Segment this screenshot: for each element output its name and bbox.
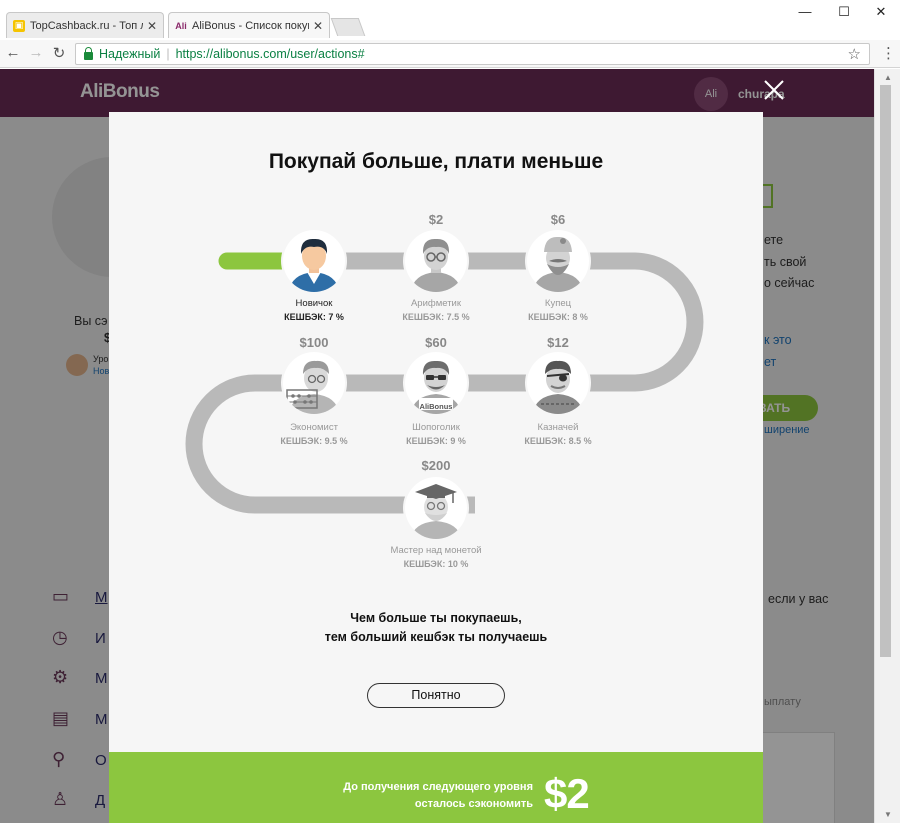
tab-close-icon[interactable]: ✕: [313, 19, 323, 33]
alibonus-favicon-icon: Ali: [175, 20, 187, 31]
level-name: Купец: [544, 298, 572, 309]
level-cashback: КЕШБЭК: 8.5 %: [524, 436, 592, 446]
maximize-icon[interactable]: ☐: [834, 4, 854, 20]
level-avatar-master-icon: [405, 477, 467, 539]
bookmark-star-icon[interactable]: ☆: [848, 45, 861, 63]
level-cashback: КЕШБЭК: 7.5 %: [402, 312, 470, 322]
level-price: $12: [547, 335, 569, 350]
level-name: Арифметик: [410, 298, 462, 309]
level-price: $60: [425, 335, 447, 350]
level-cashback: КЕШБЭК: 9.5 %: [280, 436, 348, 446]
reload-icon[interactable]: ↻: [50, 44, 68, 62]
level-price: $200: [421, 458, 451, 473]
level-name: Шопоголик: [412, 422, 460, 433]
tab-alibonus[interactable]: Ali AliBonus - Список покуп ✕: [168, 12, 330, 38]
level-cashback: КЕШБЭК: 7 %: [284, 312, 344, 322]
level-avatar-shopaholic-icon: AliBonus: [405, 352, 467, 414]
secure-label: Надежный: [99, 47, 161, 61]
level-cashback: КЕШБЭК: 9 %: [406, 436, 466, 446]
page-scrollbar[interactable]: ▲ ▼: [874, 69, 900, 823]
next-level-text-line-1: До получения следующего уровня: [343, 781, 533, 793]
shopaholic-badge: AliBonus: [419, 402, 453, 411]
level-avatar-arithmetic-icon: [405, 230, 467, 292]
level-name: Мастер над монетой: [390, 545, 482, 556]
info-message-line-2: тем больший кешбэк ты получаешь: [324, 630, 548, 644]
scroll-up-icon[interactable]: ▲: [875, 73, 900, 82]
tab-topcashback[interactable]: ▣ TopCashback.ru - Топ лу ✕: [6, 12, 164, 38]
browser-toolbar: ← → ↻ Надежный | https://alibonus.com/us…: [0, 40, 900, 68]
omnibox-divider: |: [166, 47, 170, 61]
browser-menu-icon[interactable]: ⋮: [881, 44, 896, 62]
new-tab-button[interactable]: [330, 18, 366, 36]
forward-arrow-icon[interactable]: →: [27, 44, 45, 61]
next-level-text-line-2: осталось сэкономить: [414, 798, 533, 810]
ok-button[interactable]: Понятно: [367, 683, 505, 708]
url-text: https://alibonus.com/user/actions#: [175, 47, 365, 61]
levels-modal: Покупай больше, плати меньше Новичок КЕШ…: [109, 112, 763, 823]
minimize-icon[interactable]: —: [795, 4, 815, 19]
level-price: $100: [299, 335, 329, 350]
topcashback-favicon-icon: ▣: [13, 19, 25, 32]
back-arrow-icon[interactable]: ←: [4, 44, 22, 61]
level-cashback: КЕШБЭК: 10 %: [403, 559, 469, 569]
level-name: Казначей: [537, 422, 579, 433]
level-avatar-economist-icon: [283, 352, 345, 414]
next-level-banner: До получения следующего уровня осталось …: [109, 752, 763, 823]
scroll-thumb[interactable]: [880, 85, 891, 657]
browser-tabstrip: ▣ TopCashback.ru - Топ лу ✕ Ali AliBonus…: [0, 0, 900, 40]
level-price: $6: [550, 212, 566, 227]
level-avatar-treasurer-icon: [527, 352, 589, 414]
address-bar[interactable]: Надежный | https://alibonus.com/user/act…: [75, 43, 870, 65]
level-avatar-novice-icon: [283, 230, 345, 292]
info-message-line-1: Чем больше ты покупаешь,: [350, 611, 522, 625]
level-cashback: КЕШБЭК: 8 %: [528, 312, 588, 322]
level-price: $2: [428, 212, 444, 227]
level-name: Новичок: [295, 298, 333, 309]
scroll-down-icon[interactable]: ▼: [875, 810, 900, 819]
window-close-icon[interactable]: ✕: [871, 4, 891, 20]
level-avatar-merchant-icon: [527, 230, 589, 292]
tab-close-icon[interactable]: ✕: [147, 19, 157, 33]
tab-title: AliBonus - Список покуп: [192, 19, 309, 32]
info-message: Чем больше ты покупаешь, тем больший кеш…: [109, 609, 763, 647]
next-level-amount: $2: [544, 770, 590, 817]
close-icon[interactable]: [762, 78, 786, 102]
lock-icon: [84, 46, 93, 60]
level-name: Экономист: [290, 422, 338, 433]
next-level-text: До получения следующего уровня осталось …: [109, 779, 533, 813]
tab-title: TopCashback.ru - Топ лу: [30, 19, 143, 32]
